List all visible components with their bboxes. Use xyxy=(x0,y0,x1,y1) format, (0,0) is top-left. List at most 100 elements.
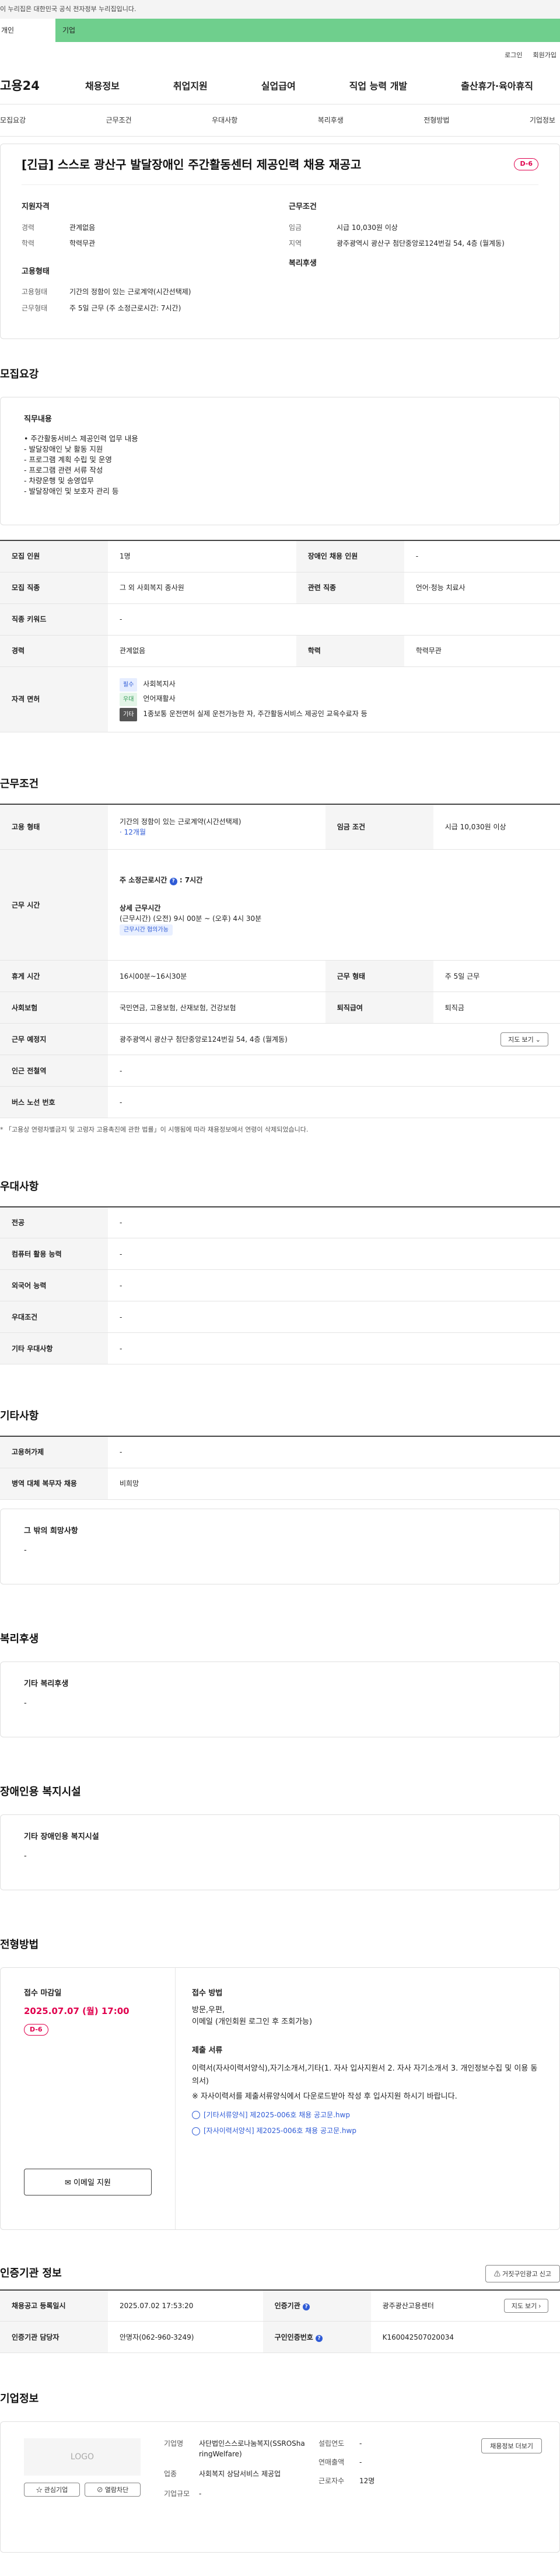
welfare-heading: 복리후생 xyxy=(289,259,317,268)
career-label: 경력 xyxy=(22,223,35,232)
company-section-title: 기업정보 xyxy=(0,2393,39,2405)
license-item: 필수 사회복지사 xyxy=(120,677,548,692)
chevron-right-icon: › xyxy=(538,2302,541,2310)
map-button[interactable]: 지도 보기 ⌄ xyxy=(501,1032,548,1046)
agency-map-label: 지도 보기 xyxy=(511,2302,537,2310)
hope-heading: 그 밖의 희망사항 xyxy=(24,1526,78,1535)
block-icon: ⊘ xyxy=(96,2487,103,2494)
break-value: 16시00분~16시30분 xyxy=(108,960,326,992)
page-title: [긴급] 스스로 광산구 발달장애인 주간활동센터 제공인력 채용 재공고 xyxy=(22,157,362,172)
duty-item: - 프로그램 관련 서류 작성 xyxy=(24,465,103,474)
etc-tag: 기타 xyxy=(120,707,138,721)
disabled-section-title: 장애인용 복지시설 xyxy=(0,1785,81,1798)
bus-value: - xyxy=(108,1086,560,1118)
pref-cond-label: 우대조건 xyxy=(0,1301,108,1333)
language-value: - xyxy=(108,1269,560,1301)
recruit-table: 모집 인원 1명 장애인 채용 인원 - 모집 직종 그 외 사회복지 종사원 … xyxy=(0,540,560,732)
more-jobs-button[interactable]: 채용정보 더보기 xyxy=(481,2438,542,2453)
attachment-icon xyxy=(192,2111,200,2119)
metro-value: - xyxy=(108,1055,560,1087)
emp-type-label: 고용형태 xyxy=(22,288,48,296)
file-link-text[interactable]: [기타서류양식] 제2025-006호 채용 공고문.hwp xyxy=(204,2111,350,2119)
computer-value: - xyxy=(108,1238,560,1270)
subnav-conditions[interactable]: 근무조건 xyxy=(106,115,132,125)
info-icon[interactable]: ? xyxy=(302,2303,310,2310)
wage-value: 시급 10,030원 이상 xyxy=(337,223,398,232)
chevron-down-icon: ⌄ xyxy=(535,1036,541,1043)
severance-label: 퇴직급여 xyxy=(325,992,433,1024)
table-row: 인증기관 담당자 안명자(062-960-3249) 구인인증번호 ? K160… xyxy=(0,2321,560,2353)
info-icon[interactable]: ? xyxy=(316,2334,323,2342)
emp-period: · 12개월 xyxy=(120,828,146,836)
edu-row-label: 학력 xyxy=(296,635,404,667)
welfare-box-heading: 기타 복리후생 xyxy=(24,1679,69,1688)
reg-date-value: 2025.07.02 17:53:20 xyxy=(108,2289,263,2322)
gnb-employment-support[interactable]: 취업지원 xyxy=(173,79,208,93)
headcount-value: 1명 xyxy=(108,540,296,573)
file-link-text[interactable]: [자사이력서양식] 제2025-006호 채용 공고문.hwp xyxy=(204,2127,356,2135)
section-nav: 모집요강 근무조건 우대사항 복리후생 전형방법 기업정보 xyxy=(0,104,560,137)
cert-id-label-text: 구인인증번호 xyxy=(274,2333,313,2341)
military-value: 비희망 xyxy=(108,1468,560,1500)
report-button[interactable]: ⚠ 거짓구인광고 신고 xyxy=(485,2264,560,2282)
gnb-leave[interactable]: 출산휴가·육아휴직 xyxy=(461,79,533,93)
job-type-value: 그 외 사회복지 종사원 xyxy=(108,572,296,604)
license-item: 우대 언어재활사 xyxy=(120,692,548,707)
work-time-label: 근무 시간 xyxy=(0,849,108,961)
tab-corp[interactable]: 기업 xyxy=(55,19,560,42)
join-link[interactable]: 회원가입 xyxy=(533,51,556,61)
favorite-button[interactable]: ☆ 관심기업 xyxy=(24,2483,80,2497)
duty-box: 직무내용 • 주간활동서비스 제공인력 업무 내용 - 발달장애인 낮 활동 지… xyxy=(0,397,560,525)
company-name-value: 사단법인스스로나눔복지(SSROSharingWelfare) xyxy=(199,2439,305,2458)
conditions-heading: 근무조건 xyxy=(289,203,317,211)
agency-map-button[interactable]: 지도 보기 › xyxy=(503,2298,548,2313)
region-value: 광주광역시 광산구 첨단중앙로124번길 54, 4층 (월계동) xyxy=(337,239,505,248)
tab-person[interactable]: 개인 xyxy=(0,19,55,42)
subnav-welfare[interactable]: 복리후생 xyxy=(318,115,344,125)
file-link[interactable]: [자사이력서양식] 제2025-006호 채용 공고문.hwp xyxy=(192,2125,543,2137)
block-label: 열람차단 xyxy=(104,2487,129,2494)
top-tabs: 개인 기업 xyxy=(0,19,560,42)
welfare-box: 기타 복리후생 - xyxy=(0,1661,560,1737)
more-jobs-label: 채용정보 더보기 xyxy=(490,2443,533,2450)
info-icon[interactable]: ? xyxy=(169,877,177,885)
table-row: 인근 전철역 - xyxy=(0,1055,560,1087)
subnav-preference[interactable]: 우대사항 xyxy=(212,115,237,125)
duty-item: - 발달장애인 낮 활동 지원 xyxy=(24,444,103,453)
email-apply-button[interactable]: ✉ 이메일 지원 xyxy=(24,2168,152,2195)
table-row: 휴게 시간 16시00분~16시30분 근무 형태 주 5일 근무 xyxy=(0,960,560,992)
weekly-hours-title: 주 소정근로시간 xyxy=(120,875,167,884)
company-card: LOGO ☆ 관심기업 ⊘ 열람차단 기업명 사단법인스스로나눔복지(SSROSh… xyxy=(0,2421,560,2553)
file-link[interactable]: [기타서류양식] 제2025-006호 채용 공고문.hwp xyxy=(192,2110,543,2121)
gnb-unemployment-benefit[interactable]: 실업급여 xyxy=(261,79,296,93)
subnav-process[interactable]: 전형방법 xyxy=(424,115,449,125)
apply-card: 접수 마감일 2025.07.07 (월) 17:00 D-6 ✉ 이메일 지원… xyxy=(0,1967,560,2230)
insurance-value: 국민연금, 고용보험, 산재보험, 건강보험 xyxy=(108,992,326,1024)
hope-box: 그 밖의 희망사항 - xyxy=(0,1508,560,1584)
deadline-label: 접수 마감일 xyxy=(24,1988,62,1998)
gnb-jobs[interactable]: 채용정보 xyxy=(85,79,120,93)
favorite-label: 관심기업 xyxy=(44,2487,68,2494)
pref-etc-value: - xyxy=(108,1332,560,1364)
table-row: 전공 - xyxy=(0,1206,560,1238)
block-button[interactable]: ⊘ 열람차단 xyxy=(85,2483,141,2497)
qualification-heading: 지원자격 xyxy=(22,203,50,211)
major-label: 전공 xyxy=(0,1206,108,1238)
career-value: 관계없음 xyxy=(69,223,96,232)
subnav-recruit[interactable]: 모집요강 xyxy=(0,115,26,125)
gnb-training[interactable]: 직업 능력 개발 xyxy=(349,79,407,93)
preferred-tag: 우대 xyxy=(120,693,138,707)
region-label: 지역 xyxy=(289,239,302,248)
subnav-company[interactable]: 기업정보 xyxy=(530,115,555,125)
weekly-hours: 주 소정근로시간 ? : 7시간 xyxy=(120,875,548,885)
deadline-value: 2025.07.07 (월) 17:00 xyxy=(24,2006,130,2016)
keyword-label: 직종 키워드 xyxy=(0,603,108,636)
login-link[interactable]: 로그인 xyxy=(505,51,522,61)
career-row-label: 경력 xyxy=(0,635,108,667)
career-row-value: 관계없음 xyxy=(108,635,296,667)
site-logo[interactable]: 고용24 xyxy=(0,77,58,96)
company-logo-text: LOGO xyxy=(70,2452,94,2462)
license-name: 언어재활사 xyxy=(143,694,176,703)
emp-form-label: 고용 형태 xyxy=(0,804,108,850)
method-value: 방문,우편, xyxy=(192,2006,225,2015)
